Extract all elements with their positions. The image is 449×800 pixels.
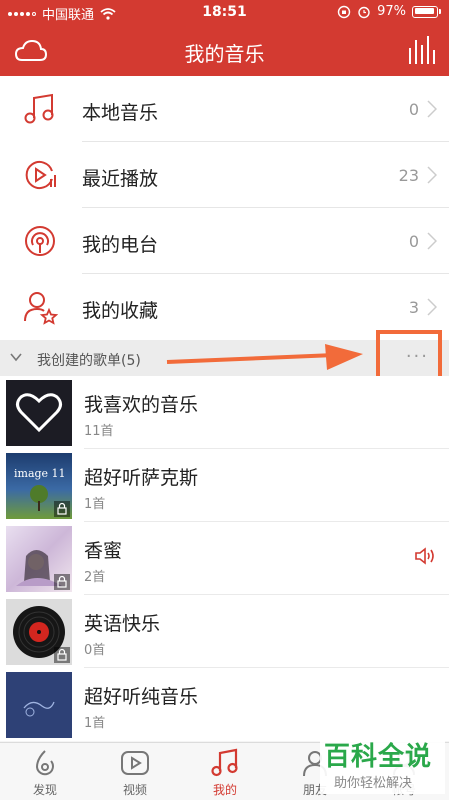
playlist-count: 0首 xyxy=(84,643,106,658)
battery-icon xyxy=(412,5,438,18)
watermark-subtitle: 助你轻松解决 xyxy=(334,776,413,791)
tree-icon xyxy=(30,485,48,511)
playlist-name: 超好听纯音乐 xyxy=(84,686,199,708)
my-music-menu: 本地音乐 0 最近播放 23 我的电台 0 我的收藏 3 xyxy=(0,76,449,340)
playlist-list: 我喜欢的音乐 11首 image 11 超好听萨克斯 1首 香蜜 2首 英语快乐… xyxy=(0,376,449,741)
playlist-name: 香蜜 xyxy=(84,540,123,562)
watermark-logo: 百科全说 助你轻松解决 xyxy=(320,734,445,794)
tab-label: 视频 xyxy=(122,783,147,797)
playlist-item[interactable]: 英语快乐 0首 xyxy=(0,595,449,668)
menu-item-local-music[interactable]: 本地音乐 0 xyxy=(0,76,449,142)
tab-my-music[interactable]: 我的 xyxy=(180,747,270,800)
section-label: 我创建的歌单(5) xyxy=(37,353,141,369)
menu-item-radio[interactable]: 我的电台 0 xyxy=(0,208,449,274)
favorite-user-icon xyxy=(24,292,58,325)
playlist-item[interactable]: 我喜欢的音乐 11首 xyxy=(0,376,449,449)
lock-icon xyxy=(54,574,70,590)
chevron-down-icon xyxy=(10,353,22,362)
status-right: 97% xyxy=(337,4,441,19)
doodle-illustration-icon xyxy=(23,701,55,717)
now-playing-bars-icon[interactable] xyxy=(407,36,435,64)
playlist-item[interactable]: image 11 超好听萨克斯 1首 xyxy=(0,449,449,522)
playlist-count: 1首 xyxy=(84,497,106,512)
menu-item-count: 23 xyxy=(398,166,419,185)
playlist-name: 英语快乐 xyxy=(84,613,161,635)
heart-icon xyxy=(16,393,62,433)
playlist-cover-image11: image 11 xyxy=(6,453,72,519)
battery-percent: 97% xyxy=(377,4,406,19)
speaker-playing-icon[interactable] xyxy=(413,544,437,568)
recent-play-icon xyxy=(25,161,56,189)
playlist-count: 11首 xyxy=(84,424,114,439)
alarm-icon xyxy=(358,6,370,18)
status-bar: 中国联通 18:51 97% xyxy=(0,0,449,26)
video-icon xyxy=(121,751,149,775)
watermark-title: 百科全说 xyxy=(324,742,433,772)
page-title: 我的音乐 xyxy=(184,42,265,66)
cover-text: image 11 xyxy=(14,467,66,480)
menu-item-label: 我的电台 xyxy=(82,234,159,256)
chevron-right-icon xyxy=(427,298,437,316)
playlist-name: 我喜欢的音乐 xyxy=(84,394,199,416)
playlist-cover-xiangmi xyxy=(6,526,72,592)
lock-icon xyxy=(54,501,70,517)
playlist-cover-heart xyxy=(6,380,72,446)
annotation-arrow-icon xyxy=(166,344,363,370)
tab-label: 我的 xyxy=(212,783,237,797)
title-bar: 我的音乐 xyxy=(0,26,449,76)
playlist-item[interactable]: 香蜜 2首 xyxy=(0,522,449,595)
lock-icon xyxy=(54,647,70,663)
tab-discover[interactable]: 发现 xyxy=(0,747,90,800)
orientation-lock-icon xyxy=(337,5,351,18)
radio-icon xyxy=(25,226,55,256)
playlist-item[interactable]: 超好听纯音乐 1首 xyxy=(0,668,449,741)
music-note-icon xyxy=(24,93,54,124)
discover-icon xyxy=(35,750,54,776)
menu-item-label: 我的收藏 xyxy=(82,300,159,322)
menu-item-label: 本地音乐 xyxy=(82,102,159,124)
my-music-icon xyxy=(211,748,238,777)
playlist-cover-vinyl xyxy=(6,599,72,665)
playlist-count: 2首 xyxy=(84,570,106,585)
menu-item-recent-play[interactable]: 最近播放 23 xyxy=(0,142,449,208)
playlist-name: 超好听萨克斯 xyxy=(84,467,199,489)
menu-item-label: 最近播放 xyxy=(82,168,159,190)
playlist-cover-pure-music xyxy=(6,672,72,738)
chevron-right-icon xyxy=(427,100,437,118)
playlist-count: 1首 xyxy=(84,716,106,731)
tab-video[interactable]: 视频 xyxy=(90,747,180,800)
menu-item-count: 3 xyxy=(408,298,419,317)
chevron-right-icon xyxy=(427,166,437,184)
menu-item-count: 0 xyxy=(408,232,419,251)
menu-item-count: 0 xyxy=(408,100,419,119)
chevron-right-icon xyxy=(427,232,437,250)
tab-label: 发现 xyxy=(32,783,57,797)
